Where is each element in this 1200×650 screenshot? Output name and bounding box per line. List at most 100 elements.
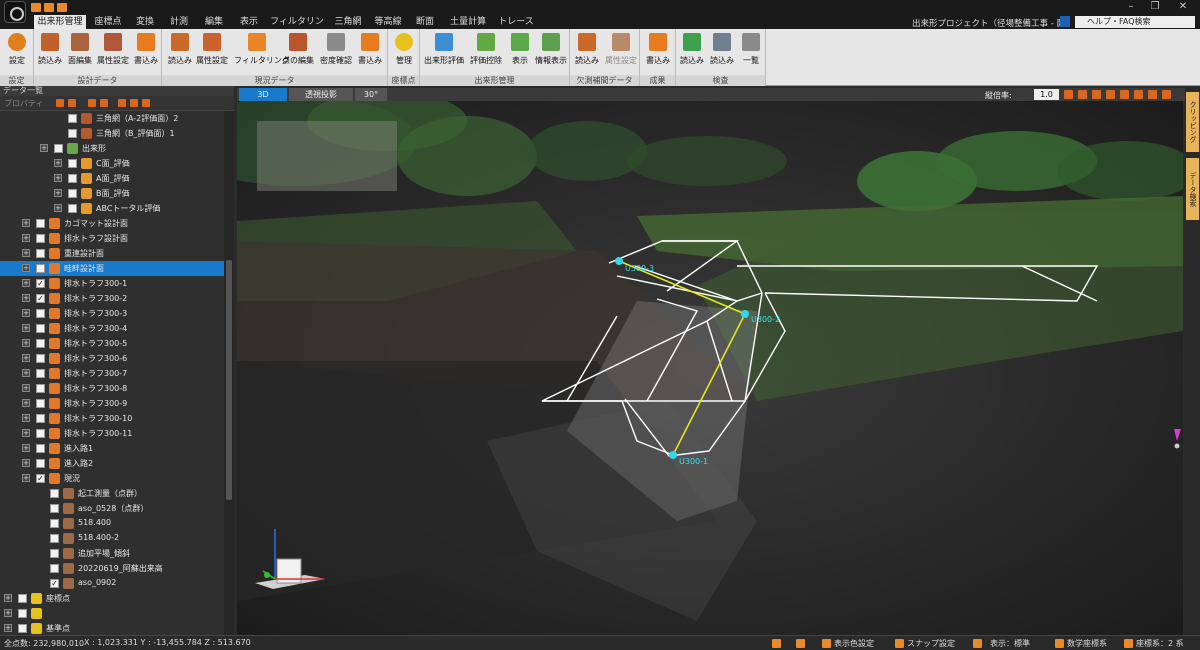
visibility-checkbox[interactable]: ✓ (36, 294, 45, 303)
maximize-icon[interactable]: ❐ (1148, 1, 1162, 13)
tree-row[interactable]: + A面_評価 (0, 171, 224, 186)
expand-toggle[interactable]: + (54, 189, 62, 197)
tree-row[interactable]: 三角網（B_評価面）1 (0, 126, 224, 141)
tree-row[interactable]: + 排水トラフ300-3 (0, 306, 224, 321)
tree-row[interactable]: 起工測量（点群） (0, 486, 224, 501)
output-write-button[interactable]: 書込み (644, 31, 672, 73)
expand-toggle[interactable]: + (54, 159, 62, 167)
minimize-icon[interactable]: – (1124, 1, 1138, 13)
tab-perspective[interactable]: 透視投影 (289, 88, 353, 101)
visibility-checkbox[interactable] (36, 219, 45, 228)
expand-toggle[interactable]: + (22, 324, 30, 332)
tree-scroll-thumb[interactable] (226, 260, 232, 500)
tab-keisoku[interactable]: 計測 (164, 15, 194, 29)
visibility-checkbox[interactable] (36, 414, 45, 423)
expand-toggle[interactable]: + (4, 609, 12, 617)
current-write-button[interactable]: 書込み (356, 31, 384, 73)
expand-toggle[interactable]: + (22, 369, 30, 377)
quick-save-icon[interactable] (44, 3, 54, 12)
design-load-button[interactable]: 読込み (36, 31, 64, 73)
tree-row[interactable]: + 排水トラフ設計面 (0, 231, 224, 246)
view-icon[interactable] (1148, 90, 1157, 99)
point-cloud-scene[interactable] (237, 101, 1183, 635)
visibility-checkbox[interactable] (36, 459, 45, 468)
visibility-checkbox[interactable] (18, 609, 27, 618)
expand-toggle[interactable]: + (22, 414, 30, 422)
tree-row[interactable]: + 排水トラフ300-10 (0, 411, 224, 426)
eval-exclude-button[interactable]: 評価控除 (468, 31, 504, 73)
dekigata-eval-button[interactable]: 出来形評価 (422, 31, 466, 73)
visibility-checkbox[interactable]: ✓ (36, 474, 45, 483)
visibility-checkbox[interactable] (36, 264, 45, 273)
display-button[interactable]: 表示 (506, 31, 534, 73)
coord-system[interactable]: 座標系：2 系 (1136, 638, 1184, 649)
expand-toggle[interactable]: + (22, 294, 30, 302)
design-write-button[interactable]: 書込み (132, 31, 160, 73)
math-coords-icon[interactable] (1055, 639, 1064, 648)
home-icon[interactable] (1064, 90, 1073, 99)
visibility-checkbox[interactable] (36, 444, 45, 453)
status-tool-icon[interactable] (772, 639, 781, 648)
tree-row[interactable]: 518.400-2 (0, 531, 224, 546)
tree-row[interactable]: + 排水トラフ300-5 (0, 336, 224, 351)
help-icon[interactable] (1060, 16, 1070, 27)
missing-load-button[interactable]: 読込み (573, 31, 601, 73)
view-icon[interactable] (1120, 90, 1129, 99)
visibility-checkbox[interactable] (50, 549, 59, 558)
visibility-checkbox[interactable] (68, 204, 77, 213)
current-load-button[interactable]: 読込み (166, 31, 194, 73)
visibility-checkbox[interactable] (50, 489, 59, 498)
tree-row[interactable]: aso_0528（点群） (0, 501, 224, 516)
visibility-checkbox[interactable] (68, 174, 77, 183)
tree-row[interactable]: + 排水トラフ300-11 (0, 426, 224, 441)
quick-open-icon[interactable] (31, 3, 41, 12)
tool-icon[interactable] (100, 99, 108, 107)
app-logo-icon[interactable] (4, 1, 26, 23)
visibility-checkbox[interactable] (36, 324, 45, 333)
tree-row[interactable]: + 畦畔設計面 (0, 261, 224, 276)
expand-toggle[interactable]: + (22, 429, 30, 437)
tool-icon[interactable] (130, 99, 138, 107)
tab-zahyouten[interactable]: 座標点 (90, 15, 126, 29)
tab-3d[interactable]: 3D (239, 88, 287, 101)
settings-button[interactable]: 設定 (3, 31, 31, 73)
marker-u300-3[interactable] (615, 257, 623, 265)
missing-attr-button[interactable]: 属性設定 (604, 31, 638, 73)
tab-trace[interactable]: トレース (496, 15, 536, 29)
visibility-checkbox[interactable]: ✓ (50, 579, 59, 588)
view-icon[interactable] (1092, 90, 1101, 99)
expand-toggle[interactable]: + (22, 399, 30, 407)
visibility-checkbox[interactable] (36, 339, 45, 348)
marker-u300-1[interactable] (669, 451, 677, 459)
properties-button[interactable]: プロパティ (4, 98, 44, 109)
tree-row[interactable]: + 基準点 (0, 621, 224, 635)
expand-toggle[interactable]: + (54, 174, 62, 182)
tree-row[interactable]: + B面_評価 (0, 186, 224, 201)
tree-row[interactable]: + (0, 606, 224, 621)
tree-row[interactable]: + 排水トラフ300-9 (0, 396, 224, 411)
coord-system-icon[interactable] (1124, 639, 1133, 648)
tool-icon[interactable] (118, 99, 126, 107)
expand-toggle[interactable]: + (22, 459, 30, 467)
edit-icon[interactable] (68, 99, 76, 107)
visibility-checkbox[interactable] (36, 399, 45, 408)
tab-clipping[interactable]: クリッピング (1186, 92, 1199, 152)
design-attr-button[interactable]: 属性設定 (97, 31, 129, 73)
display-color-icon[interactable] (822, 639, 831, 648)
tree-row[interactable]: + 重連設計面 (0, 246, 224, 261)
surface-edit-button[interactable]: 面編集 (66, 31, 94, 73)
view-icon[interactable] (1162, 90, 1171, 99)
visibility-checkbox[interactable] (36, 234, 45, 243)
density-check-button[interactable]: 密度確認 (318, 31, 354, 73)
tree-row[interactable]: + 進入路2 (0, 456, 224, 471)
tree-row[interactable]: + 排水トラフ300-6 (0, 351, 224, 366)
tab-doryou[interactable]: 土量計算 (444, 15, 492, 29)
tree-row[interactable]: + ✓ 排水トラフ300-2 (0, 291, 224, 306)
tree-row[interactable]: + 排水トラフ300-8 (0, 381, 224, 396)
expand-toggle[interactable]: + (22, 339, 30, 347)
visibility-checkbox[interactable] (68, 129, 77, 138)
3d-viewport[interactable]: U300-3 U300-2 U300-1 (237, 101, 1183, 635)
inspect-load2-button[interactable]: 読込み (708, 31, 736, 73)
visibility-checkbox[interactable] (36, 429, 45, 438)
expand-toggle[interactable]: + (54, 204, 62, 212)
